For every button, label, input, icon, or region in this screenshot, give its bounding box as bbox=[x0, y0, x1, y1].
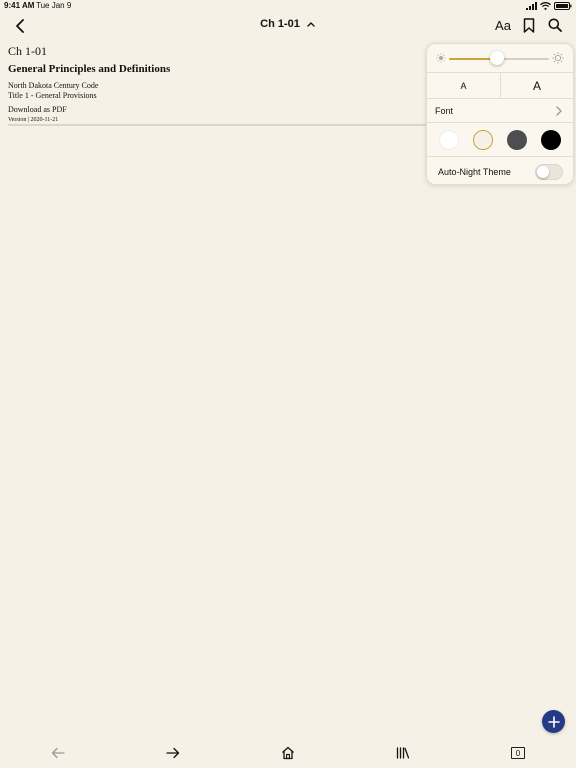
status-icons bbox=[526, 1, 572, 11]
text-settings-button[interactable]: Aa bbox=[494, 16, 512, 34]
chapter-number: Ch 1-01 bbox=[8, 44, 47, 58]
increase-font-size-button[interactable]: A bbox=[501, 73, 573, 99]
search-button[interactable] bbox=[546, 16, 564, 34]
arrow-left-icon bbox=[51, 747, 65, 759]
status-time: 9:41 AM bbox=[4, 1, 35, 10]
version-text: Version | 2020-11-21 bbox=[8, 117, 59, 123]
bookmark-button[interactable] bbox=[520, 16, 538, 34]
tabs-count-icon: 0 bbox=[511, 747, 525, 759]
download-pdf-link[interactable]: Download as PDF bbox=[8, 105, 418, 114]
forward-page-button[interactable] bbox=[164, 744, 182, 762]
nav-actions: Aa bbox=[494, 16, 564, 34]
theme-swatch-gray[interactable] bbox=[507, 130, 527, 150]
code-name: North Dakota Century Code bbox=[8, 81, 99, 90]
chevron-right-icon bbox=[556, 106, 562, 116]
font-label: Font bbox=[435, 106, 454, 116]
arrow-right-icon bbox=[166, 747, 180, 759]
nav-title-text: Ch 1-01 bbox=[260, 18, 300, 30]
font-size-row: A A bbox=[427, 72, 573, 99]
tabs-button[interactable]: 0 bbox=[509, 744, 527, 762]
theme-swatch-black[interactable] bbox=[541, 130, 561, 150]
auto-night-row: Auto-Night Theme bbox=[427, 156, 573, 184]
status-date: Tue Jan 9 bbox=[36, 1, 72, 10]
add-button[interactable] bbox=[542, 710, 565, 733]
document-header: Ch 1-01 General Principles and Definitio… bbox=[8, 44, 418, 123]
theme-row bbox=[427, 122, 573, 157]
font-row[interactable]: Font bbox=[427, 98, 573, 123]
sun-large-icon bbox=[552, 52, 564, 64]
home-icon bbox=[282, 746, 294, 760]
sun-small-icon bbox=[436, 53, 446, 63]
chapter-title: General Principles and Definitions bbox=[8, 63, 171, 75]
display-settings-popover: A A Font Auto-Night Theme bbox=[426, 43, 574, 185]
plus-icon bbox=[547, 715, 560, 728]
bookmark-icon bbox=[523, 17, 535, 33]
title-line: Title 1 - General Provisions bbox=[8, 91, 97, 100]
brightness-slider-thumb[interactable] bbox=[490, 51, 504, 65]
decrease-font-size-button[interactable]: A bbox=[427, 73, 500, 99]
home-button[interactable] bbox=[279, 744, 297, 762]
wifi-icon bbox=[540, 0, 551, 15]
chapter-title-button[interactable]: Ch 1-01 bbox=[0, 18, 576, 30]
theme-swatch-sepia[interactable] bbox=[473, 130, 493, 150]
chevron-up-icon bbox=[306, 19, 316, 29]
auto-night-label: Auto-Night Theme bbox=[438, 167, 511, 177]
library-icon bbox=[396, 747, 410, 759]
bottom-toolbar: 0 bbox=[0, 740, 576, 766]
content-divider bbox=[8, 124, 428, 126]
library-button[interactable] bbox=[394, 744, 412, 762]
battery-icon bbox=[554, 0, 572, 15]
signal-icon bbox=[526, 0, 537, 15]
theme-swatch-white[interactable] bbox=[439, 130, 459, 150]
back-page-button[interactable] bbox=[49, 744, 67, 762]
brightness-row bbox=[427, 44, 573, 72]
auto-night-toggle[interactable] bbox=[535, 164, 563, 180]
toggle-knob bbox=[537, 166, 549, 178]
search-icon bbox=[548, 18, 562, 32]
